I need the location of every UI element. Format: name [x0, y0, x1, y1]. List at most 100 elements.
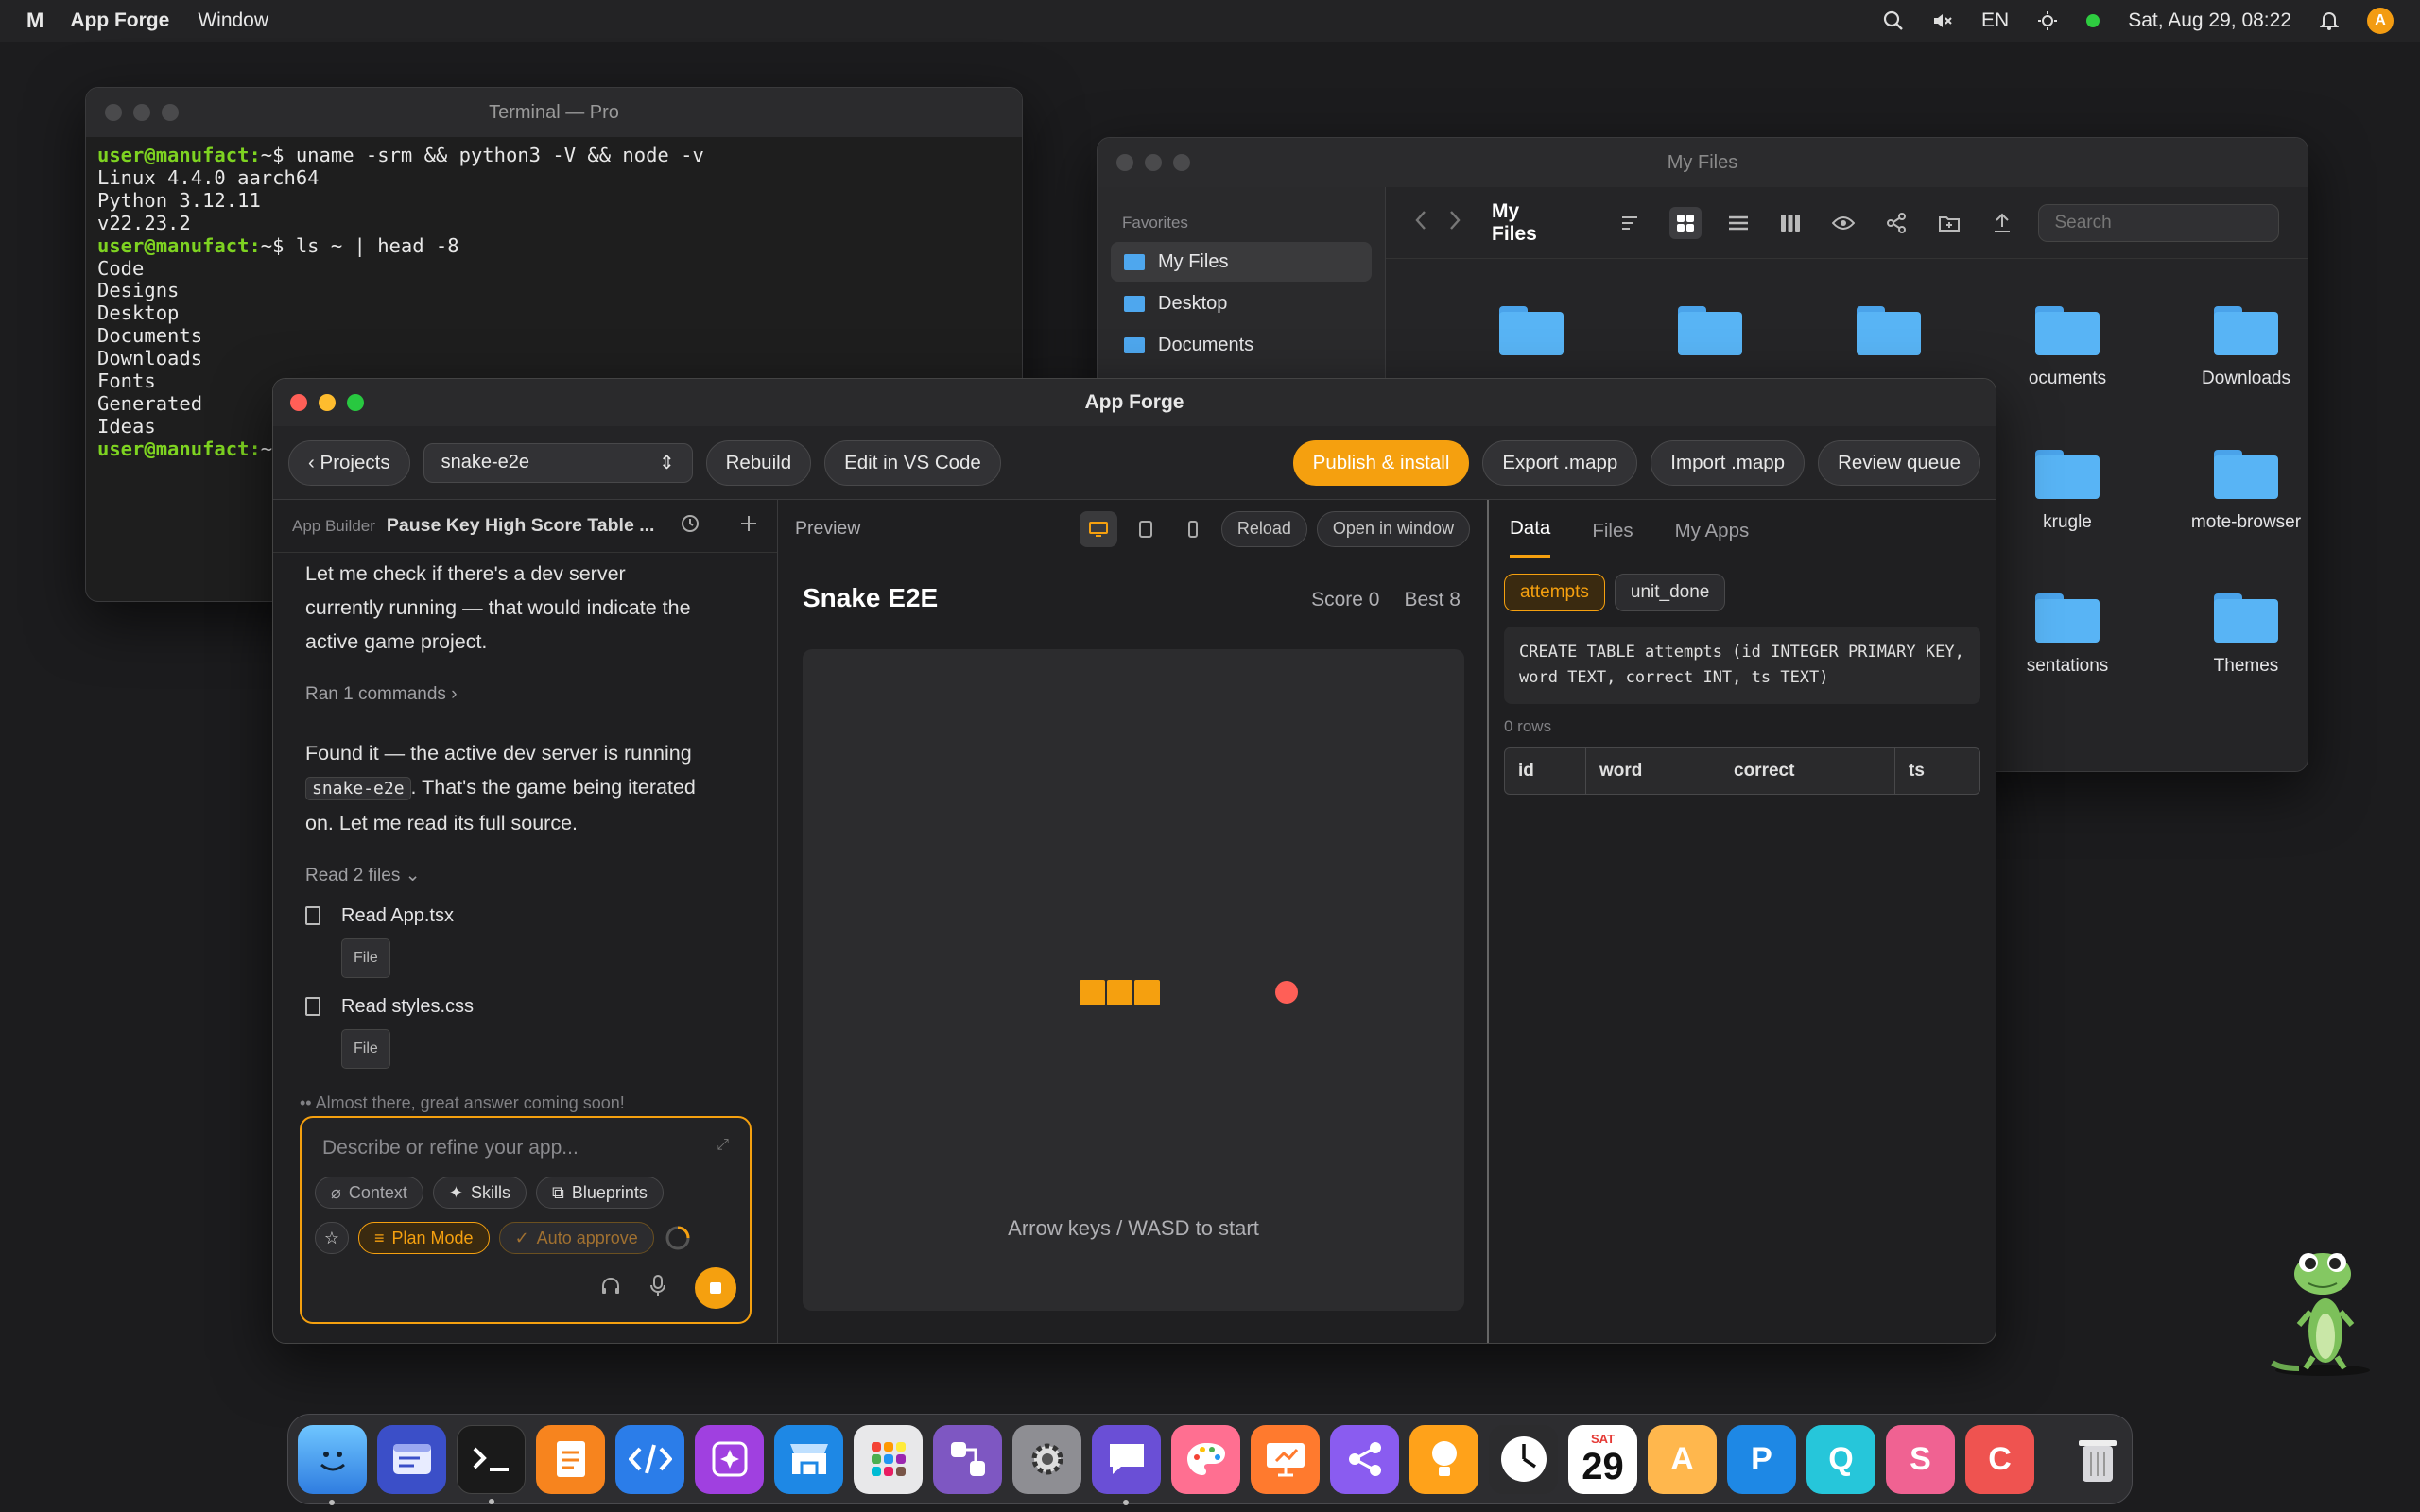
headphones-icon[interactable] [600, 1276, 621, 1301]
expand-icon[interactable]: ⤢ [717, 1137, 729, 1154]
dock-pages-icon[interactable] [536, 1424, 605, 1494]
history-icon[interactable] [681, 514, 700, 538]
tab-data[interactable]: Data [1510, 517, 1551, 558]
auto-approve-toggle[interactable]: ✓ Auto approve [498, 1222, 654, 1254]
dock-code-editor-icon[interactable] [615, 1424, 684, 1494]
sidebar-item-my-files[interactable]: My Files [1111, 242, 1372, 282]
file-read-item[interactable]: Read styles.css File [305, 989, 745, 1069]
publish-install-button[interactable]: Publish & install [1292, 439, 1470, 486]
gecko-mascot[interactable] [2271, 1246, 2375, 1378]
sidebar-item-desktop[interactable]: Desktop [1111, 284, 1372, 323]
tab-my-apps[interactable]: My Apps [1675, 520, 1750, 558]
dock-automation-icon[interactable] [933, 1424, 1002, 1494]
search-icon[interactable] [1883, 10, 1904, 31]
share-icon[interactable] [1880, 207, 1912, 239]
rebuild-button[interactable]: Rebuild [705, 439, 812, 486]
column-header[interactable]: ts [1895, 748, 1979, 794]
dock-app-q-icon[interactable]: Q [1806, 1424, 1876, 1494]
sort-icon[interactable] [1616, 207, 1649, 239]
dock-terminal-icon[interactable] [457, 1424, 526, 1504]
files-search-input[interactable]: Search [2038, 203, 2279, 242]
folder-item[interactable] [1446, 306, 1616, 369]
file-read-item[interactable]: Read App.tsx File [305, 899, 745, 978]
desktop-view-icon[interactable] [1079, 510, 1117, 547]
ran-commands-toggle[interactable]: Ran 1 commands › [305, 678, 745, 712]
stop-button[interactable] [695, 1267, 736, 1309]
dock-app-p-icon[interactable]: P [1727, 1424, 1796, 1494]
skills-button[interactable]: ✦ Skills [432, 1177, 527, 1209]
folder-item[interactable]: mote-browser [2161, 450, 2308, 533]
dock-ai-studio-icon[interactable] [695, 1424, 764, 1494]
preview-eye-icon[interactable] [1827, 207, 1859, 239]
menu-app-name[interactable]: App Forge [70, 9, 169, 32]
new-folder-icon[interactable] [1933, 207, 1965, 239]
chat-title[interactable]: Pause Key High Score Table ... [387, 515, 655, 537]
dock-paint-icon[interactable] [1171, 1424, 1240, 1494]
snake-segment [1107, 980, 1132, 1005]
mobile-view-icon[interactable] [1174, 520, 1212, 538]
dock-trash-icon[interactable] [2063, 1425, 2132, 1494]
blueprints-button[interactable]: ⧉ Blueprints [536, 1177, 664, 1209]
import-mapp-button[interactable]: Import .mapp [1651, 439, 1806, 486]
dock-ideas-icon[interactable] [1409, 1424, 1478, 1494]
project-select[interactable]: snake-e2e ⇕ [423, 442, 693, 483]
folder-item[interactable]: sentations [1982, 593, 2152, 677]
column-header[interactable]: id [1505, 748, 1586, 794]
export-mapp-button[interactable]: Export .mapp [1482, 439, 1638, 486]
forge-title: App Forge [1084, 391, 1184, 413]
open-in-window-button[interactable]: Open in window [1316, 510, 1470, 547]
bell-icon[interactable] [2320, 10, 2339, 31]
dock-store-icon[interactable] [774, 1424, 843, 1494]
sidebar-item-documents[interactable]: Documents [1111, 325, 1372, 365]
dock-app-a-icon[interactable]: A [1648, 1424, 1717, 1494]
dock-app-c-icon[interactable]: C [1965, 1424, 2034, 1494]
clock-datetime[interactable]: Sat, Aug 29, 08:22 [2128, 9, 2291, 32]
grid-view-icon[interactable] [1669, 206, 1702, 239]
back-icon[interactable] [1414, 210, 1427, 235]
table-chip-attempts[interactable]: attempts [1504, 574, 1605, 611]
dock-browser-icon[interactable] [377, 1424, 446, 1494]
column-header[interactable]: word [1586, 748, 1720, 794]
dock-launchpad-icon[interactable] [854, 1424, 923, 1494]
tab-files[interactable]: Files [1592, 520, 1633, 558]
game-canvas[interactable]: Arrow keys / WASD to start [803, 649, 1464, 1311]
dock-calendar-icon[interactable]: SAT 29 [1568, 1424, 1637, 1494]
column-view-icon[interactable] [1775, 207, 1807, 239]
dock-share-icon[interactable] [1330, 1424, 1399, 1494]
dock-settings-icon[interactable] [1012, 1424, 1081, 1494]
column-header[interactable]: correct [1720, 748, 1895, 794]
microphone-icon[interactable] [649, 1274, 666, 1302]
new-chat-icon[interactable] [739, 514, 758, 538]
mute-icon[interactable] [1932, 11, 1953, 30]
plan-mode-toggle[interactable]: ≡ Plan Mode [358, 1222, 490, 1254]
dock-clock-icon[interactable] [1489, 1424, 1558, 1494]
menu-window[interactable]: Window [198, 9, 268, 32]
system-logo[interactable]: M [26, 9, 43, 33]
edit-vscode-button[interactable]: Edit in VS Code [824, 439, 1001, 486]
review-queue-button[interactable]: Review queue [1818, 439, 1980, 486]
list-view-icon[interactable] [1722, 207, 1754, 239]
star-button[interactable]: ☆ [315, 1222, 349, 1254]
brightness-icon[interactable] [2037, 10, 2058, 31]
folder-item[interactable]: Downloads [2161, 306, 2308, 389]
folder-item[interactable] [1625, 306, 1795, 369]
dock-finder-icon[interactable] [298, 1424, 367, 1505]
user-avatar[interactable]: A [2367, 8, 2394, 34]
folder-item[interactable] [1804, 306, 1974, 369]
upload-icon[interactable] [1986, 207, 2018, 239]
reload-button[interactable]: Reload [1220, 510, 1307, 547]
dock-messages-icon[interactable] [1092, 1424, 1161, 1505]
forward-icon[interactable] [1448, 210, 1461, 235]
tablet-view-icon[interactable] [1127, 520, 1165, 538]
folder-item[interactable]: ocuments [1982, 306, 2152, 389]
prompt-input[interactable]: Describe or refine your app... [302, 1118, 750, 1178]
folder-item[interactable]: krugle [1982, 450, 2152, 533]
projects-button[interactable]: ‹ Projects [288, 439, 410, 486]
folder-item[interactable]: Themes [2161, 593, 2308, 677]
language-indicator[interactable]: EN [1981, 9, 2009, 32]
dock-app-s-icon[interactable]: S [1886, 1424, 1955, 1494]
read-files-toggle[interactable]: Read 2 files ⌄ [305, 859, 745, 893]
context-button[interactable]: ⌀ Context [315, 1177, 424, 1209]
table-chip-unit-done[interactable]: unit_done [1614, 574, 1726, 611]
dock-presentation-icon[interactable] [1251, 1424, 1320, 1494]
